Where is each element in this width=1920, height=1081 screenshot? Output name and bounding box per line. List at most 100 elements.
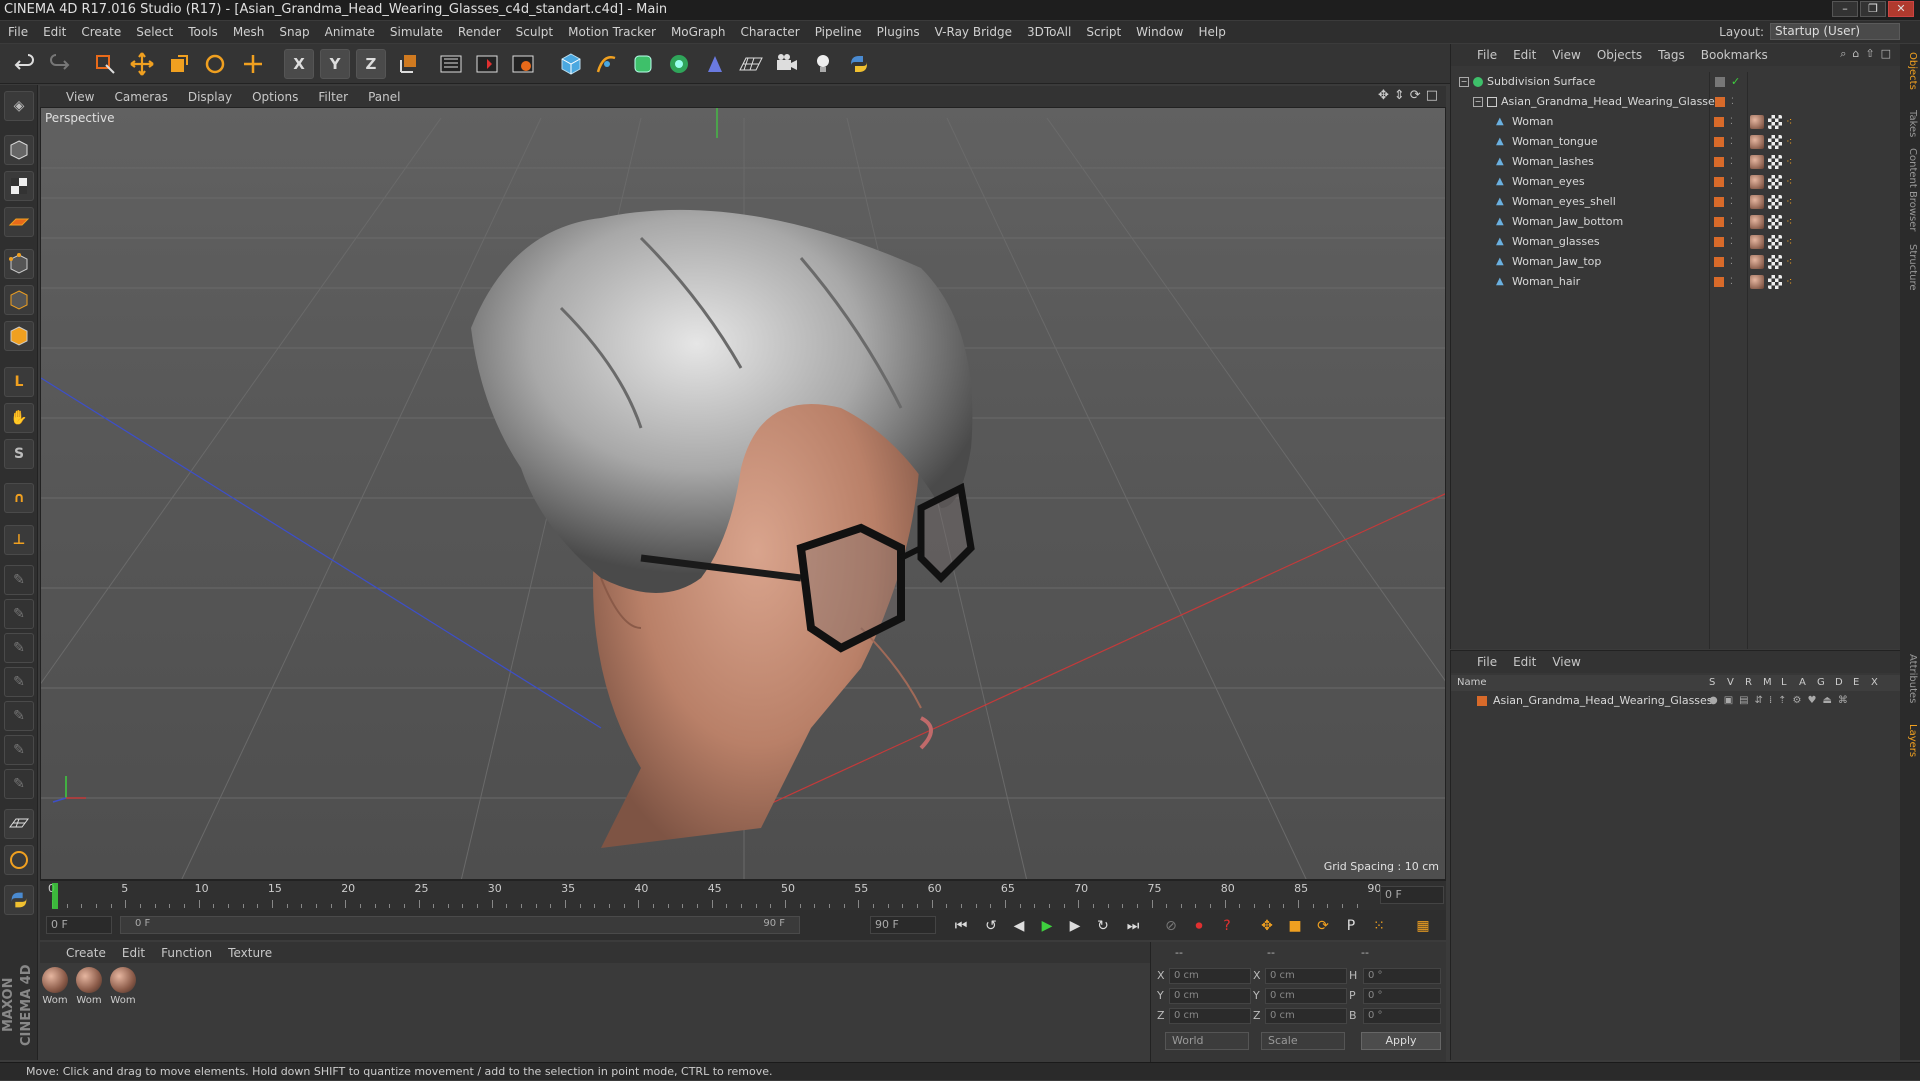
layer-color-icon[interactable] xyxy=(1714,257,1724,267)
phong-tag-icon[interactable]: ⁖ xyxy=(1786,132,1792,152)
redo-icon[interactable] xyxy=(44,49,74,79)
editor-visibility-icon[interactable] xyxy=(1715,77,1725,87)
transform-tool-icon[interactable] xyxy=(238,49,268,79)
object-row[interactable]: ▲ Woman_lashes ⁚ ⁖ xyxy=(1450,152,1900,172)
position-z-field[interactable]: 0 cm xyxy=(1169,1008,1251,1024)
viewport-menu-view[interactable]: View xyxy=(66,90,94,104)
position-y-field[interactable]: 0 cm xyxy=(1169,988,1251,1004)
tab-content-browser[interactable]: Content Browser xyxy=(1902,148,1918,231)
current-frame-field[interactable]: 0 F xyxy=(1380,886,1444,904)
menu-file[interactable]: File xyxy=(8,25,28,39)
menu-simulate[interactable]: Simulate xyxy=(390,25,443,39)
coordinate-mode-dropdown[interactable]: World xyxy=(1165,1032,1249,1050)
layer-row[interactable]: Asian_Grandma_Head_Wearing_Glasses ●▣▤⇵⁞… xyxy=(1451,691,1901,711)
visibility-dots-icon[interactable]: ⁚ xyxy=(1730,172,1733,192)
visibility-dots-icon[interactable]: ⁚ xyxy=(1730,192,1733,212)
cube-object-icon[interactable] xyxy=(556,49,586,79)
phong-tag-icon[interactable]: ⁖ xyxy=(1786,252,1792,272)
viewport-maximize-icon[interactable]: □ xyxy=(1426,88,1438,103)
menu-snap[interactable]: Snap xyxy=(279,25,309,39)
model-mode-icon[interactable] xyxy=(4,135,34,165)
sculpt-tool-5-icon[interactable]: ✎ xyxy=(4,701,34,731)
scale-tool-icon[interactable] xyxy=(164,49,194,79)
menu-plugins[interactable]: Plugins xyxy=(877,25,920,39)
layer-menu-edit[interactable]: Edit xyxy=(1513,655,1536,669)
viewport-menu-panel[interactable]: Panel xyxy=(368,90,400,104)
collapse-icon[interactable]: − xyxy=(1473,97,1483,107)
object-row[interactable]: ▲ Woman_tongue ⁚ ⁖ xyxy=(1450,132,1900,152)
rotation-h-field[interactable]: 0 ° xyxy=(1363,968,1441,984)
frame-range-slider[interactable]: 0 F 90 F xyxy=(120,916,800,934)
visibility-dots-icon[interactable]: ⁚ xyxy=(1731,92,1734,112)
material-menu-function[interactable]: Function xyxy=(161,946,212,960)
menu-vray-bridge[interactable]: V-Ray Bridge xyxy=(935,25,1012,39)
autokey-icon[interactable]: ? xyxy=(1216,915,1238,937)
sculpt-tool-7-icon[interactable]: ✎ xyxy=(4,769,34,799)
object-menu-edit[interactable]: Edit xyxy=(1513,48,1536,62)
menu-create[interactable]: Create xyxy=(81,25,121,39)
material-tag-icon[interactable] xyxy=(1750,275,1764,289)
cloner-icon[interactable] xyxy=(664,49,694,79)
phong-tag-icon[interactable]: ⁖ xyxy=(1786,172,1792,192)
layer-flag-toggles[interactable]: ●▣▤⇵⁞⇡⚙♥⏏⌘ xyxy=(1709,691,1854,711)
size-mode-dropdown[interactable]: Scale xyxy=(1261,1032,1345,1050)
timeline-ruler[interactable]: 051015202530354045505560657075808590 0 F xyxy=(40,880,1446,910)
go-to-end-icon[interactable]: ⏭ xyxy=(1122,915,1144,937)
layer-color-icon[interactable] xyxy=(1714,117,1724,127)
head-model[interactable] xyxy=(471,209,975,848)
menu-render[interactable]: Render xyxy=(458,25,501,39)
sculpt-tool-4-icon[interactable]: ✎ xyxy=(4,667,34,697)
visibility-dots-icon[interactable]: ⁚ xyxy=(1730,132,1733,152)
sculpt-tool-1-icon[interactable]: ✎ xyxy=(4,565,34,595)
viewport-menu-cameras[interactable]: Cameras xyxy=(114,90,167,104)
viewport-rotate-icon[interactable]: ⟳ xyxy=(1410,88,1421,103)
deformer-icon[interactable] xyxy=(700,49,730,79)
uvw-tag-icon[interactable] xyxy=(1768,175,1782,189)
object-row[interactable]: ▲ Woman_hair ⁚ ⁖ xyxy=(1450,272,1900,292)
object-row[interactable]: ▲ Woman_Jaw_top ⁚ ⁖ xyxy=(1450,252,1900,272)
object-menu-file[interactable]: File xyxy=(1477,48,1497,62)
uvw-tag-icon[interactable] xyxy=(1768,215,1782,229)
render-to-picture-viewer-icon[interactable] xyxy=(472,49,502,79)
previous-key-icon[interactable]: ↺ xyxy=(980,915,1002,937)
material-tag-icon[interactable] xyxy=(1750,255,1764,269)
make-editable-icon[interactable]: ◈ xyxy=(4,91,34,121)
layer-color-icon[interactable] xyxy=(1714,177,1724,187)
viewport-menu-options[interactable]: Options xyxy=(252,90,298,104)
size-x-field[interactable]: 0 cm xyxy=(1265,968,1347,984)
material-menu-create[interactable]: Create xyxy=(66,946,106,960)
subdivision-surface-icon[interactable] xyxy=(628,49,658,79)
rotate-tool-icon[interactable] xyxy=(200,49,230,79)
close-button[interactable]: ✕ xyxy=(1888,1,1914,17)
menu-tools[interactable]: Tools xyxy=(188,25,218,39)
menu-mesh[interactable]: Mesh xyxy=(233,25,265,39)
visibility-dots-icon[interactable]: ⁚ xyxy=(1730,272,1733,292)
record-keys-off-icon[interactable]: ⊘ xyxy=(1160,915,1182,937)
key-param-icon[interactable]: P xyxy=(1340,915,1362,937)
rotation-p-field[interactable]: 0 ° xyxy=(1363,988,1441,1004)
object-menu-view[interactable]: View xyxy=(1552,48,1580,62)
phong-tag-icon[interactable]: ⁖ xyxy=(1786,112,1792,132)
viewport-menu-filter[interactable]: Filter xyxy=(318,90,348,104)
points-mode-icon[interactable] xyxy=(4,249,34,279)
material-tag-icon[interactable] xyxy=(1750,235,1764,249)
object-menu-bookmarks[interactable]: Bookmarks xyxy=(1701,48,1768,62)
visibility-dots-icon[interactable]: ⁚ xyxy=(1730,152,1733,172)
viewport-solo-icon[interactable] xyxy=(4,809,34,839)
menu-mograph[interactable]: MoGraph xyxy=(671,25,726,39)
restore-button[interactable]: ❐ xyxy=(1860,1,1886,17)
tab-structure[interactable]: Structure xyxy=(1902,244,1918,291)
enabled-check-icon[interactable]: ✓ xyxy=(1731,72,1740,92)
go-to-start-icon[interactable]: ⏮ xyxy=(950,915,972,937)
menu-animate[interactable]: Animate xyxy=(325,25,375,39)
sculpt-tool-6-icon[interactable]: ✎ xyxy=(4,735,34,765)
lock-x-button[interactable]: X xyxy=(284,49,314,79)
snap-icon[interactable]: S xyxy=(4,439,34,469)
axis-mode-icon[interactable]: L xyxy=(4,367,34,397)
timeline-playhead[interactable] xyxy=(52,883,58,909)
layer-color-icon[interactable] xyxy=(1714,157,1724,167)
uvw-tag-icon[interactable] xyxy=(1768,115,1782,129)
object-row[interactable]: ▲ Woman_Jaw_bottom ⁚ ⁖ xyxy=(1450,212,1900,232)
material-swatch[interactable]: Wom xyxy=(108,967,138,1006)
viewport-menu-display[interactable]: Display xyxy=(188,90,232,104)
